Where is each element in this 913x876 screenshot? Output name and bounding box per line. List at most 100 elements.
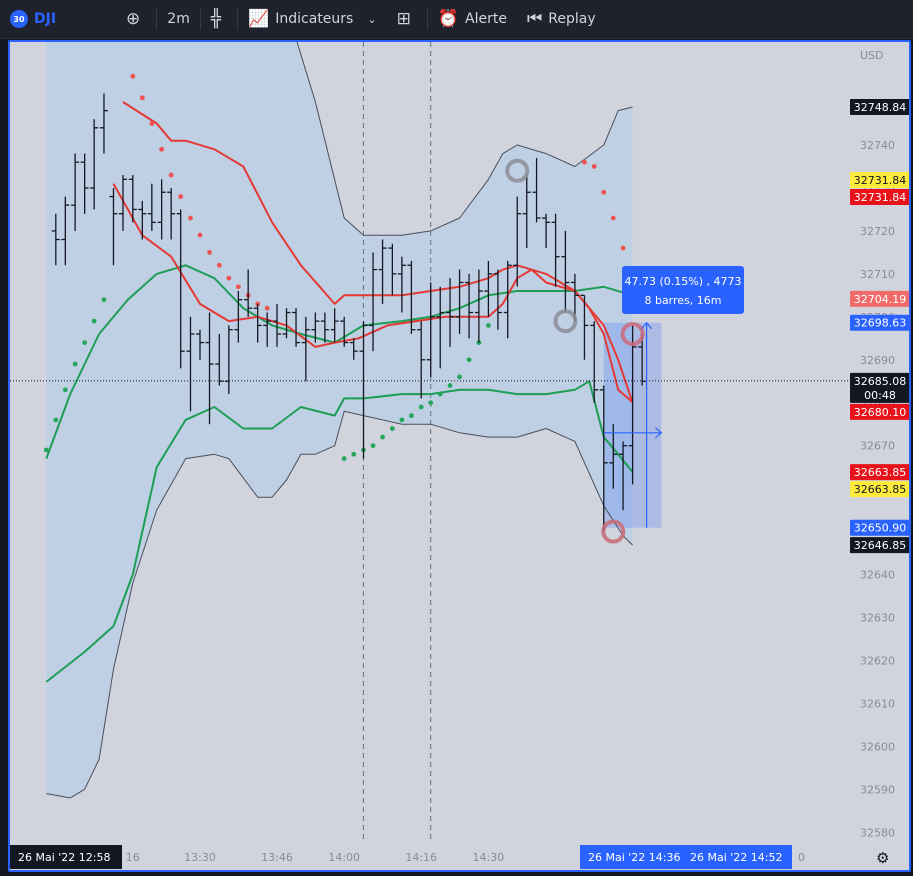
- alert-button[interactable]: ⏰ Alerte: [428, 0, 517, 38]
- price-tag: 32731.84: [850, 189, 909, 206]
- symbol-selector[interactable]: 30 DJI: [0, 0, 66, 38]
- sar-dot-red: [264, 305, 270, 311]
- chart-pane[interactable]: 47.73 (0.15%) , 4773 8 barres, 16m USD 325…: [8, 40, 911, 872]
- time-axis-tick-label: 13:46: [261, 851, 293, 864]
- sar-dot-red: [591, 164, 597, 169]
- sar-dot-green: [43, 447, 49, 453]
- measure-label-bars: 8 barres, 16m: [644, 294, 721, 307]
- price-tag: 32685.0800:48: [850, 372, 909, 403]
- price-axis-tick-label: 32620: [860, 654, 895, 667]
- sar-dot-red: [235, 284, 241, 290]
- price-axis-tick-label: 32640: [860, 569, 895, 582]
- time-axis-tick-label: 14:00: [328, 851, 360, 864]
- price-tag-value: 32663.85: [854, 483, 907, 496]
- sar-dot-red: [149, 121, 155, 126]
- sar-dot-red: [610, 215, 616, 221]
- chevron-down-icon: ⌄: [367, 12, 377, 26]
- time-axis-tick-label: 13:30: [184, 851, 216, 864]
- sar-dot-red: [582, 159, 587, 165]
- sar-dot-red: [216, 262, 222, 268]
- sar-dot-green: [53, 417, 59, 423]
- sar-dot-green: [91, 318, 97, 324]
- sar-dot-green: [101, 297, 107, 303]
- currency-label: USD: [860, 49, 884, 62]
- measure-label-change: 47.73 (0.15%) , 4773: [625, 275, 742, 288]
- price-chart[interactable]: 47.73 (0.15%) , 4773 8 barres, 16m USD 325…: [10, 42, 909, 870]
- indicators-icon: 📈: [248, 9, 270, 29]
- price-tag-value: 32650.90: [854, 522, 907, 535]
- sar-dot-green: [428, 400, 434, 406]
- sar-dot-green: [82, 340, 88, 345]
- templates-button[interactable]: ⊞: [387, 0, 427, 38]
- selection-start-label: 26 Mai '22 14:36: [588, 851, 681, 864]
- compare-button[interactable]: ⊕: [66, 0, 156, 38]
- alert-label: Alerte: [465, 11, 507, 27]
- price-axis-tick-label: 32720: [860, 225, 895, 238]
- sar-dot-red: [139, 95, 145, 101]
- price-tag-value: 32698.63: [854, 317, 907, 330]
- sar-dot-red: [178, 194, 184, 199]
- sar-dot-green: [351, 451, 357, 457]
- sar-dot-green: [389, 426, 395, 431]
- sar-dot-red: [601, 189, 607, 195]
- sar-dot-green: [72, 361, 78, 367]
- interval-selector[interactable]: 2m: [157, 0, 200, 38]
- price-tag-value: 32731.84: [854, 174, 907, 187]
- sar-dot-red: [226, 275, 232, 281]
- gear-icon[interactable]: ⚙: [876, 849, 889, 867]
- price-tag-value: 32731.84: [854, 191, 907, 204]
- sar-dot-green: [341, 456, 347, 461]
- top-toolbar: 30 DJI ⊕ 2m ╬ 📈 Indicateurs ⌄ ⊞ ⏰ Alerte…: [0, 0, 913, 39]
- price-axis-tick-label: 32670: [860, 440, 895, 453]
- price-tag: 32663.85: [850, 464, 909, 481]
- price-tag: 32704.19: [850, 290, 909, 307]
- sar-dot-green: [399, 417, 405, 423]
- price-tag: 32748.84: [850, 99, 909, 116]
- selection-end-label: 26 Mai '22 14:52: [690, 851, 783, 864]
- price-axis-tick-label: 32580: [860, 826, 895, 839]
- price-tag: 32731.84: [850, 172, 909, 189]
- symbol-name: DJI: [34, 11, 57, 27]
- price-tag-value: 32704.19: [854, 293, 907, 306]
- sar-dot-green: [447, 383, 453, 388]
- price-axis-tick-label: 32690: [860, 354, 895, 367]
- sar-dot-green: [62, 387, 68, 393]
- sar-dot-red: [168, 172, 174, 178]
- price-axis-tick-label: 32590: [860, 783, 895, 796]
- sar-dot-green: [370, 443, 376, 449]
- price-tag: 32646.85: [850, 537, 909, 554]
- time-axis-tick-label: 16: [126, 851, 140, 864]
- price-tag: 32663.85: [850, 481, 909, 498]
- indicators-button[interactable]: 📈 Indicateurs ⌄: [238, 0, 386, 38]
- price-tag-countdown: 00:48: [864, 389, 896, 402]
- time-axis-tick-label: 0: [798, 851, 805, 864]
- sar-dot-red: [620, 245, 626, 251]
- price-tag-value: 32663.85: [854, 466, 907, 479]
- price-axis-tick-label: 32710: [860, 268, 895, 281]
- sar-dot-green: [457, 374, 462, 380]
- indicators-label: Indicateurs: [275, 11, 354, 27]
- sar-dot-green: [486, 323, 491, 328]
- price-tag: 32650.90: [850, 519, 909, 536]
- grid-icon: ⊞: [396, 9, 411, 29]
- sar-dot-red: [130, 73, 136, 79]
- replay-label: Replay: [548, 11, 596, 27]
- bars-chart-icon: ╬: [210, 9, 222, 29]
- sar-dot-green: [380, 434, 385, 440]
- time-axis-tick-label: 14:16: [405, 851, 437, 864]
- plus-circle-icon: ⊕: [126, 9, 141, 29]
- price-axis-tick-label: 32740: [860, 139, 895, 152]
- chart-type-button[interactable]: ╬: [201, 0, 237, 38]
- replay-button[interactable]: ⏮ Replay: [517, 0, 606, 38]
- price-tag-value: 32680.10: [854, 406, 907, 419]
- price-axis-tick-label: 32600: [860, 740, 895, 753]
- price-axis-tick-label: 32630: [860, 612, 895, 625]
- symbol-badge: 30: [10, 10, 28, 28]
- sar-dot-red: [159, 146, 165, 152]
- price-axis-tick-label: 32610: [860, 697, 895, 710]
- alarm-clock-icon: ⏰: [437, 9, 459, 29]
- sar-dot-green: [408, 413, 414, 419]
- price-tag: 32680.10: [850, 403, 909, 420]
- interval-label: 2m: [167, 11, 190, 27]
- sar-dot-green: [437, 391, 443, 397]
